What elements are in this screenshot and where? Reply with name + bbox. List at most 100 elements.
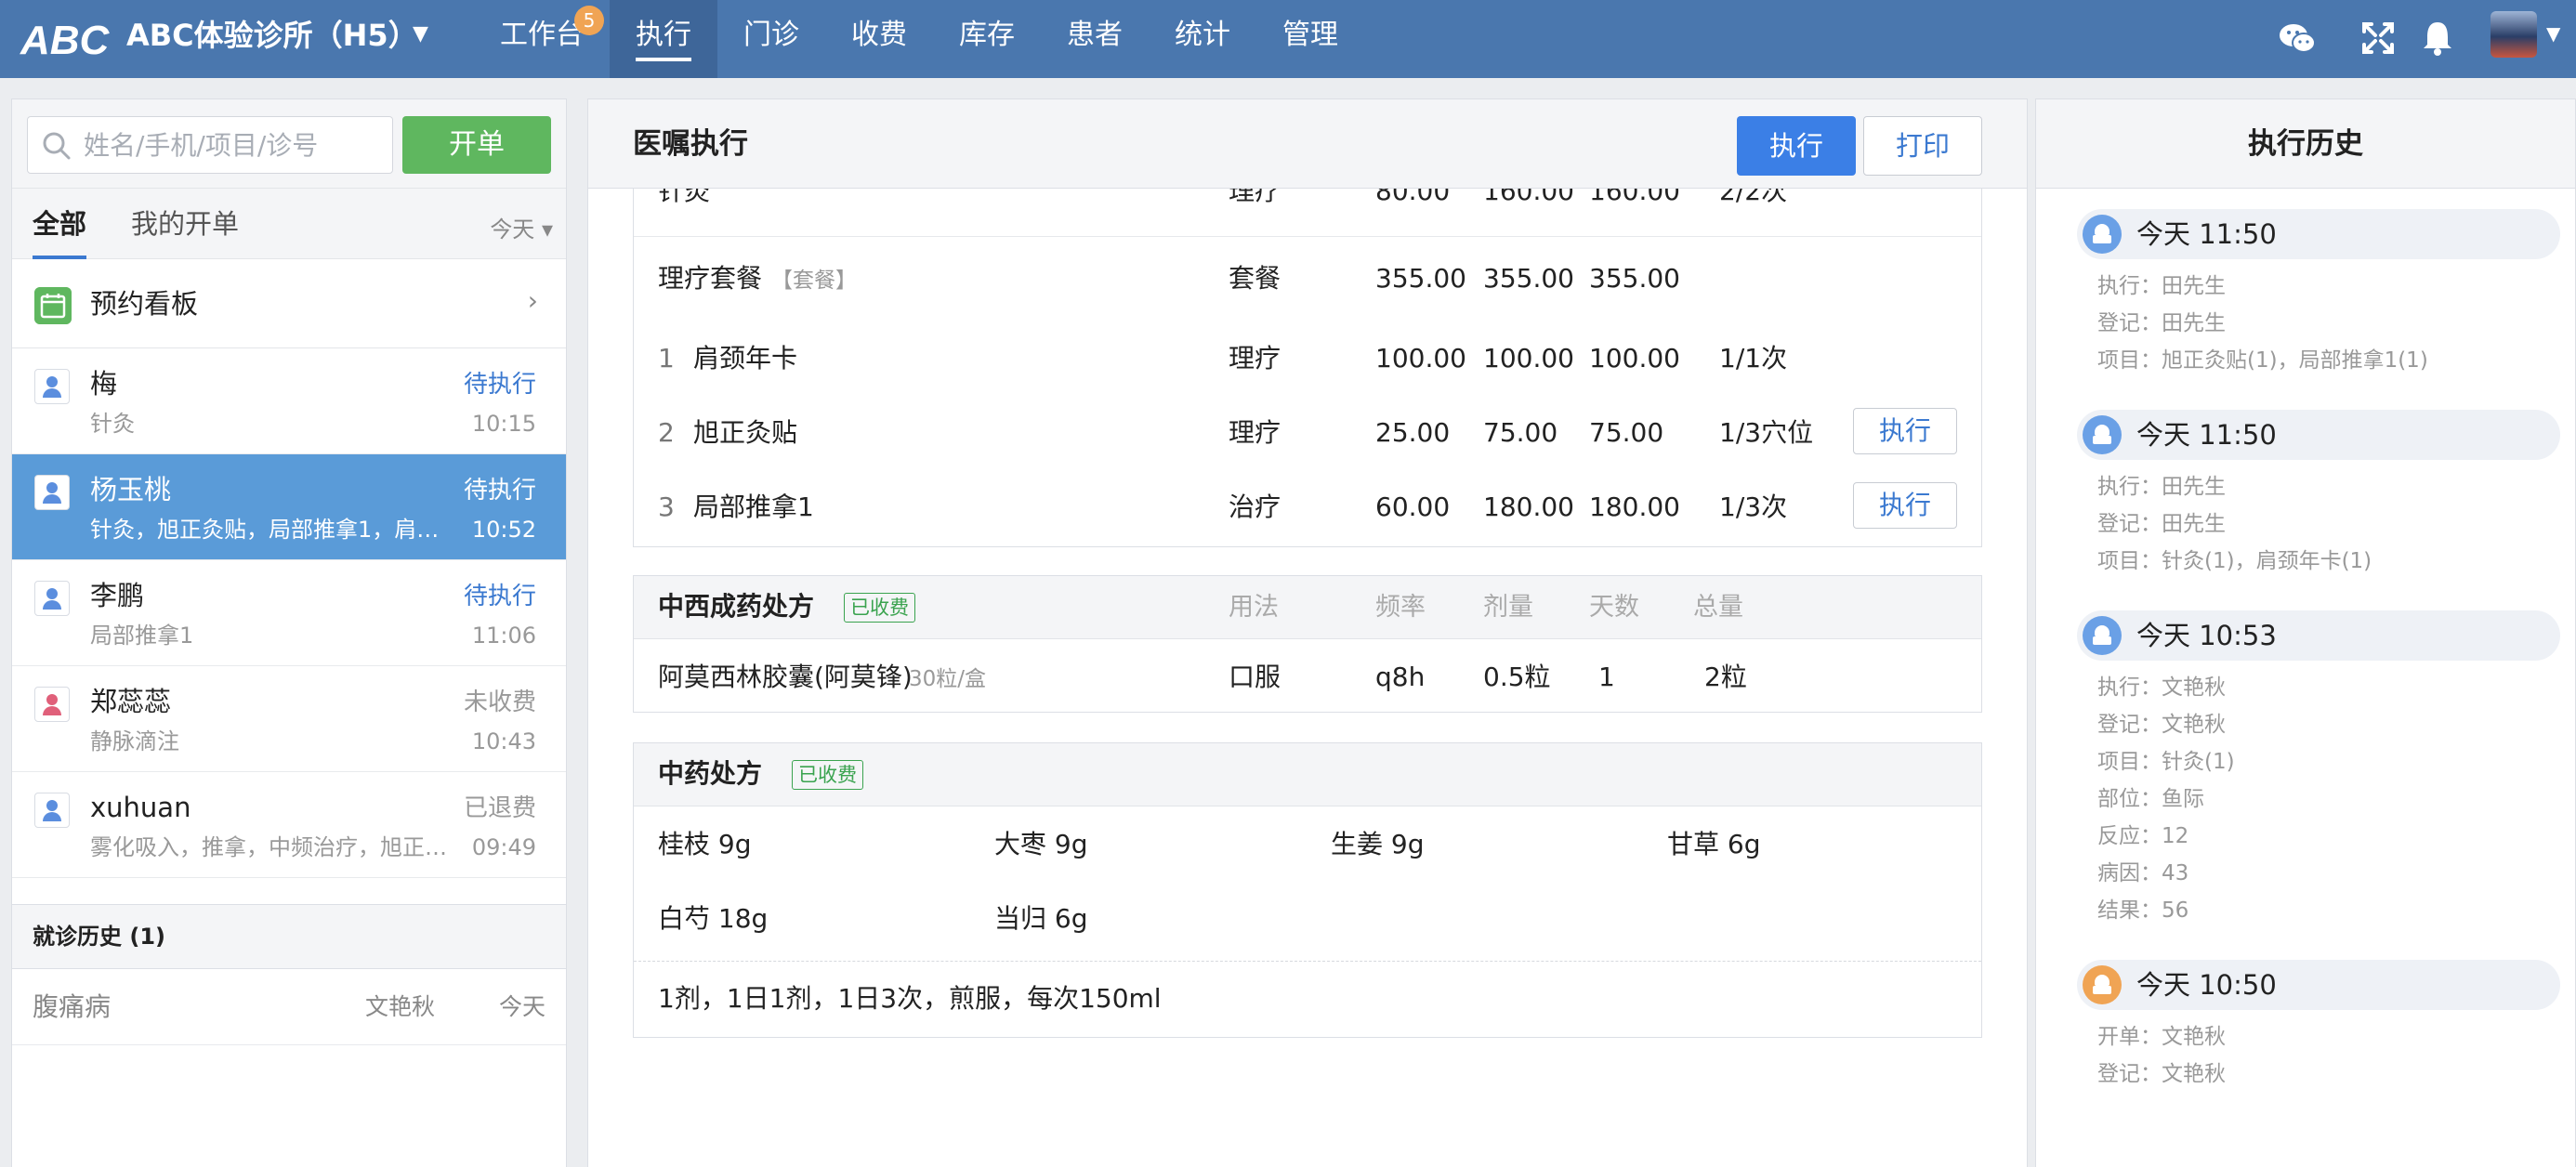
user-menu-caret-icon[interactable]: ▼ (2546, 22, 2560, 45)
visit-history-row[interactable]: 腹痛病 文艳秋 今天 (12, 969, 566, 1045)
herb-item: 白芍 18g (658, 903, 769, 934)
item-paid: 160.00 (1589, 189, 1680, 206)
event-time: 今天 11:50 (2136, 218, 2277, 250)
nav-label: 库存 (959, 19, 1015, 51)
patient-avatar-icon (34, 369, 70, 404)
item-progress: 1/1次 (1719, 343, 1788, 374)
nav-workbench[interactable]: 工作台 5 (474, 0, 610, 78)
nav-execute[interactable]: 执行 (610, 0, 717, 78)
patient-avatar-icon (34, 475, 70, 510)
history-event: 今天 10:53 执行：文艳秋 登记：文艳秋 项目：针灸(1) 部位：鱼际 反应… (2077, 610, 2576, 945)
patient-time: 10:43 (471, 728, 536, 754)
patient-item-selected[interactable]: 杨玉桃 待执行 针灸，旭正灸贴，局部推拿1，肩… 10:52 (12, 454, 566, 560)
patient-name: xuhuan (90, 792, 191, 823)
tab-my-orders[interactable]: 我的开单 (131, 207, 239, 241)
nav-admin[interactable]: 管理 (1256, 0, 1364, 78)
patient-time: 11:06 (471, 623, 536, 649)
search-input[interactable]: 姓名/手机/项目/诊号 (27, 116, 393, 174)
western-prescription-card: 中西成药处方 已收费 用法 频率 剂量 天数 总量 阿莫西林胶囊(阿莫锋) 30… (633, 575, 1982, 713)
history-doctor: 文艳秋 (365, 993, 436, 1020)
drug-total: 2粒 (1704, 662, 1747, 692)
patient-status: 待执行 (463, 583, 536, 610)
event-line: 执行：田先生 (2097, 274, 2226, 298)
event-line: 项目：针灸(1)，肩颈年卡(1) (2097, 549, 2372, 573)
event-line: 执行：田先生 (2097, 475, 2226, 499)
user-avatar[interactable] (2491, 11, 2537, 58)
item-price: 25.00 (1375, 417, 1451, 448)
item-no: 3 (658, 492, 675, 522)
patient-item[interactable]: 梅 待执行 针灸 10:15 (12, 348, 566, 454)
history-date: 今天 (499, 993, 546, 1020)
appointment-board-link[interactable]: 预约看板 › (12, 259, 566, 348)
execute-item-button[interactable]: 执行 (1853, 482, 1957, 529)
patient-item[interactable]: 郑蕊蕊 未收费 静脉滴注 10:43 (12, 666, 566, 772)
patient-tabs: 全部 我的开单 今天 ▾ (12, 189, 566, 259)
patient-items: 雾化吸入，推拿，中频治疗，旭正… (90, 834, 447, 860)
event-line: 登记：文艳秋 (2097, 1062, 2226, 1086)
patient-items: 针灸，旭正灸贴，局部推拿1，肩… (90, 517, 440, 543)
nav-label: 门诊 (743, 19, 799, 51)
patient-list-panel: 姓名/手机/项目/诊号 开单 全部 我的开单 今天 ▾ 预约看板 › 梅 待执行… (11, 98, 567, 1167)
tab-all[interactable]: 全部 (33, 207, 87, 259)
patient-status: 已退费 (463, 794, 536, 822)
workbench-badge: 5 (574, 6, 604, 35)
package-price: 355.00 (1375, 263, 1466, 294)
patient-avatar-icon (34, 581, 70, 616)
event-line: 项目：旭正灸贴(1)，局部推拿1(1) (2097, 348, 2428, 373)
fullscreen-icon[interactable] (2355, 15, 2401, 61)
patient-time: 09:49 (471, 834, 536, 860)
top-nav-bar: ABC ABC体验诊所（H5） ▼ 工作台 5 执行 门诊 收费 库存 患者 统… (0, 0, 2576, 78)
search-placeholder: 姓名/手机/项目/诊号 (84, 130, 319, 161)
event-line: 登记：文艳秋 (2097, 713, 2226, 737)
item-amount: 160.00 (1483, 189, 1574, 206)
col-frequency: 频率 (1375, 593, 1426, 622)
treatment-row-partial: 针灸 理疗 80.00 160.00 160.00 2/2次 (634, 189, 1981, 237)
drug-usage: 口服 (1229, 662, 1281, 692)
item-amount: 100.00 (1483, 343, 1574, 374)
nav-label: 收费 (851, 19, 907, 51)
clinic-name[interactable]: ABC体验诊所（H5） (126, 17, 418, 54)
wechat-icon[interactable] (2275, 15, 2321, 61)
abc-logo[interactable]: ABC (19, 13, 112, 65)
col-usage: 用法 (1229, 593, 1279, 622)
bell-icon[interactable] (2414, 15, 2461, 61)
package-tag: 【套餐】 (771, 269, 857, 293)
event-time: 今天 11:50 (2136, 419, 2277, 451)
package-amount: 355.00 (1483, 263, 1574, 294)
item-type: 理疗 (1229, 417, 1281, 448)
drug-spec: 30粒/盒 (909, 667, 987, 691)
patient-status: 未收费 (463, 688, 536, 716)
event-line: 登记：田先生 (2097, 311, 2226, 335)
event-user-icon (2083, 965, 2122, 1004)
open-order-button[interactable]: 开单 (402, 116, 551, 174)
patient-status: 待执行 (463, 371, 536, 399)
nav-inventory[interactable]: 库存 (933, 0, 1041, 78)
page-title: 医嘱执行 (633, 127, 748, 161)
nav-patients[interactable]: 患者 (1041, 0, 1149, 78)
package-type: 套餐 (1229, 263, 1281, 294)
herb-item: 生姜 9g (1331, 829, 1425, 859)
execute-item-button[interactable]: 执行 (1853, 408, 1957, 454)
event-line: 部位：鱼际 (2097, 787, 2204, 811)
execution-history-panel: 执行历史 今天 11:50 执行：田先生 登记：田先生 项目：旭正灸贴(1)，局… (2035, 98, 2576, 1167)
appointment-board-label: 预约看板 (90, 288, 199, 320)
nav-charge[interactable]: 收费 (825, 0, 933, 78)
clinic-dropdown-caret-icon[interactable]: ▼ (413, 22, 428, 46)
drug-name: 阿莫西林胶囊(阿莫锋) (658, 662, 913, 692)
nav-outpatient[interactable]: 门诊 (717, 0, 825, 78)
execute-button[interactable]: 执行 (1737, 116, 1856, 176)
patient-item[interactable]: 李鹏 待执行 局部推拿1 11:06 (12, 560, 566, 666)
date-filter-dropdown[interactable]: 今天 ▾ (490, 211, 553, 243)
patient-time: 10:52 (471, 517, 536, 543)
event-line: 项目：针灸(1) (2097, 750, 2235, 774)
item-price: 80.00 (1375, 189, 1451, 206)
col-days: 天数 (1589, 593, 1639, 622)
nav-label: 管理 (1282, 19, 1338, 51)
nav-statistics[interactable]: 统计 (1149, 0, 1256, 78)
col-dose: 剂量 (1483, 593, 1533, 622)
print-button[interactable]: 打印 (1863, 116, 1982, 176)
patient-item[interactable]: xuhuan 已退费 雾化吸入，推拿，中频治疗，旭正… 09:49 (12, 772, 566, 878)
history-event: 今天 10:50 开单：文艳秋 登记：文艳秋 (2077, 960, 2576, 1086)
package-name: 理疗套餐 (658, 263, 763, 294)
chevron-right-icon: › (527, 285, 538, 316)
